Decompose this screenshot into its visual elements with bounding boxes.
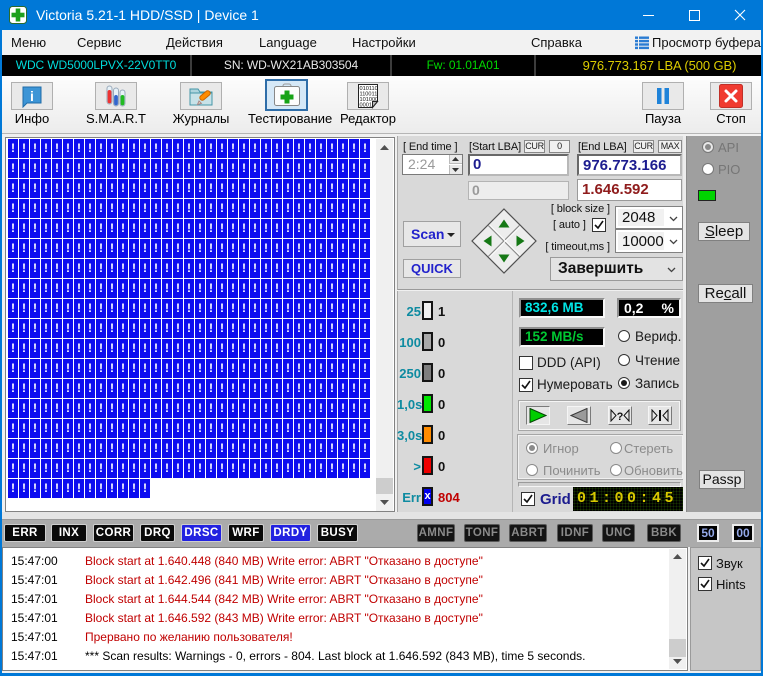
svg-text:i: i [30, 88, 34, 104]
svg-text:0001: 0001 [360, 103, 372, 109]
svg-text:?: ? [617, 411, 624, 422]
